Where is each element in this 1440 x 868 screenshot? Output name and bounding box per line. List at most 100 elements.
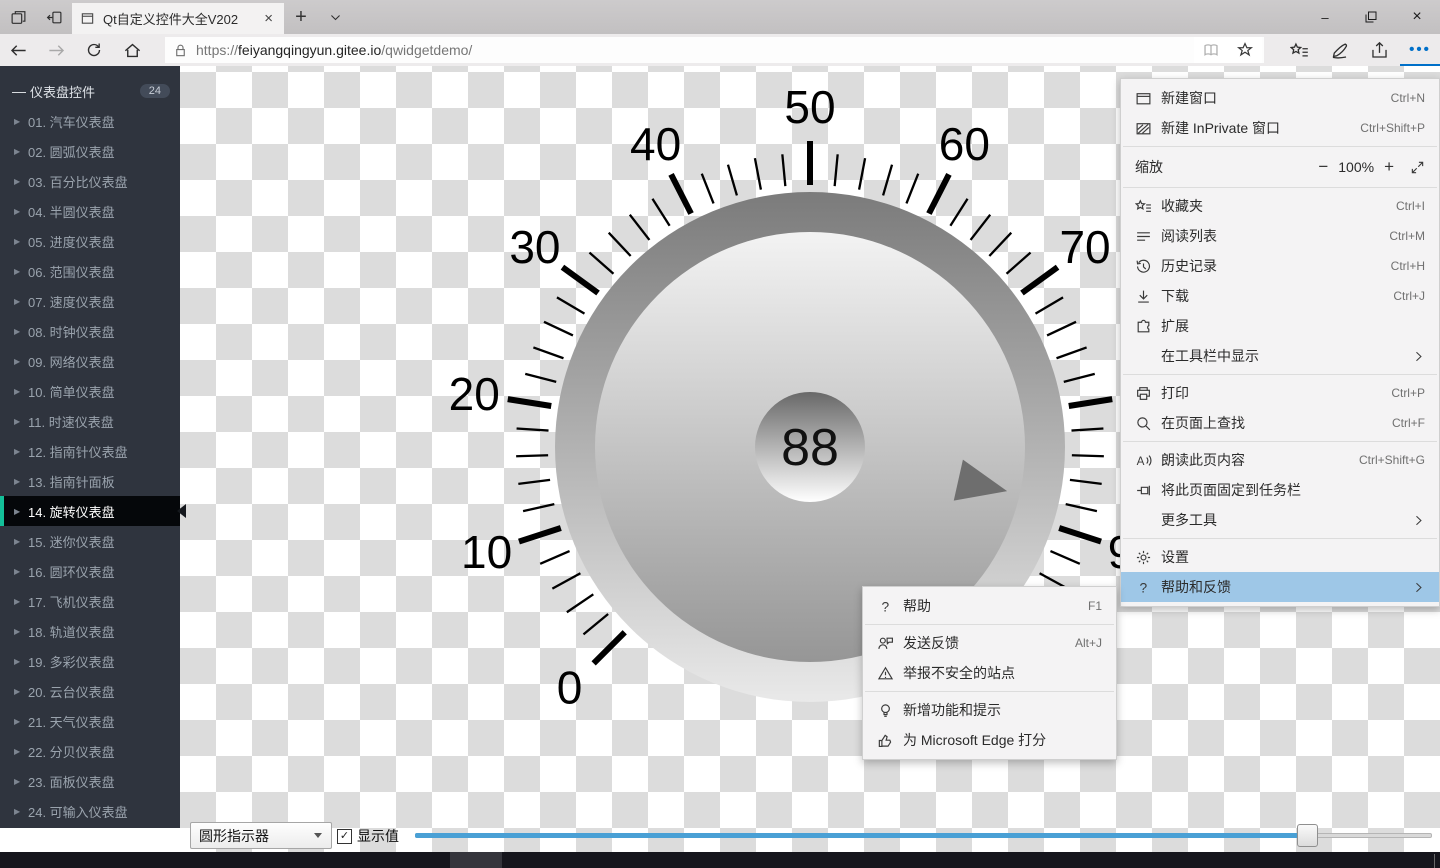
sidebar-item-16[interactable]: ▶16. 圆环仪表盘: [0, 556, 180, 586]
set-tabs-aside-button[interactable]: [36, 0, 72, 34]
sidebar-item-19[interactable]: ▶19. 多彩仪表盘: [0, 646, 180, 676]
tab-bar: Qt自定义控件大全V202 × + – ×: [0, 0, 1440, 34]
svg-text:60: 60: [939, 118, 990, 170]
show-set-aside-tabs-button[interactable]: [0, 0, 36, 34]
sidebar-item-15[interactable]: ▶15. 迷你仪表盘: [0, 526, 180, 556]
svg-text:?: ?: [1139, 579, 1147, 595]
tab-qt-widgets[interactable]: Qt自定义控件大全V202 ×: [72, 3, 284, 34]
menu-item-17[interactable]: 更多工具: [1121, 505, 1439, 535]
reading-list-icon: [1135, 228, 1161, 245]
sidebar-group-header[interactable]: — 仪表盘控件 24: [0, 76, 180, 106]
menu-item-8[interactable]: 下载Ctrl+J: [1121, 281, 1439, 311]
sidebar-item-06[interactable]: ▶06. 范围仪表盘: [0, 256, 180, 286]
sidebar-item-05[interactable]: ▶05. 进度仪表盘: [0, 226, 180, 256]
sidebar-item-10[interactable]: ▶10. 简单仪表盘: [0, 376, 180, 406]
home-button[interactable]: [113, 34, 151, 66]
menu-item-13[interactable]: 在页面上查找Ctrl+F: [1121, 408, 1439, 438]
menu-item-6[interactable]: 阅读列表Ctrl+M: [1121, 221, 1439, 251]
sidebar-item-02[interactable]: ▶02. 圆弧仪表盘: [0, 136, 180, 166]
submenu-item-6[interactable]: 为 Microsoft Edge 打分: [863, 725, 1116, 755]
sidebar-item-label: 20. 云台仪表盘: [28, 682, 115, 701]
menu-item-12[interactable]: 打印Ctrl+P: [1121, 378, 1439, 408]
menu-item-label: 朗读此页内容: [1161, 450, 1359, 470]
submenu-item-5[interactable]: 新增功能和提示: [863, 695, 1116, 725]
refresh-button[interactable]: [76, 34, 114, 66]
tab-list-button[interactable]: [318, 0, 352, 34]
menu-item-1[interactable]: 新建 InPrivate 窗口Ctrl+Shift+P: [1121, 113, 1439, 143]
sidebar-item-11[interactable]: ▶11. 时速仪表盘: [0, 406, 180, 436]
sidebar-item-23[interactable]: ▶23. 面板仪表盘: [0, 766, 180, 796]
menu-item-shortcut: Ctrl+J: [1393, 289, 1425, 303]
close-button[interactable]: ×: [1394, 0, 1440, 34]
fullscreen-icon[interactable]: [1404, 160, 1425, 175]
reading-view-button[interactable]: [1194, 41, 1228, 59]
bulb-icon: [877, 702, 903, 719]
indicator-type-select[interactable]: 圆形指示器: [190, 822, 332, 849]
url-text[interactable]: https://feiyangqingyun.gitee.io/qwidgetd…: [196, 42, 1194, 58]
address-bar[interactable]: https://feiyangqingyun.gitee.io/qwidgetd…: [165, 37, 1264, 63]
menu-item-label: 更多工具: [1161, 510, 1412, 530]
menu-item-20[interactable]: ?帮助和反馈: [1121, 572, 1439, 602]
sidebar-item-24[interactable]: ▶24. 可输入仪表盘: [0, 796, 180, 826]
sidebar-item-01[interactable]: ▶01. 汽车仪表盘: [0, 106, 180, 136]
menu-item-15[interactable]: A朗读此页内容Ctrl+Shift+G: [1121, 445, 1439, 475]
show-value-checkbox[interactable]: ✓: [337, 829, 352, 844]
new-tab-button[interactable]: +: [284, 0, 318, 34]
sidebar-item-08[interactable]: ▶08. 时钟仪表盘: [0, 316, 180, 346]
menu-item-7[interactable]: 历史记录Ctrl+H: [1121, 251, 1439, 281]
svg-text:0: 0: [557, 661, 583, 713]
taskbar-app-segment[interactable]: [450, 852, 502, 868]
sidebar-item-07[interactable]: ▶07. 速度仪表盘: [0, 286, 180, 316]
tab-close-icon[interactable]: ×: [261, 10, 276, 27]
sidebar-item-label: 05. 进度仪表盘: [28, 232, 115, 251]
sidebar-item-14[interactable]: ▶14. 旋转仪表盘: [0, 496, 180, 526]
indicator-type-value: 圆形指示器: [199, 826, 269, 846]
sidebar-item-03[interactable]: ▶03. 百分比仪表盘: [0, 166, 180, 196]
menu-item-label: 下载: [1161, 286, 1393, 306]
menu-item-0[interactable]: 新建窗口Ctrl+N: [1121, 83, 1439, 113]
submenu-separator: [865, 624, 1114, 625]
annotate-button[interactable]: [1320, 34, 1360, 66]
menu-item-5[interactable]: 收藏夹Ctrl+I: [1121, 191, 1439, 221]
feedback-icon: [877, 635, 903, 652]
sidebar-item-22[interactable]: ▶22. 分贝仪表盘: [0, 736, 180, 766]
minimize-button[interactable]: –: [1302, 0, 1348, 34]
submenu-item-2[interactable]: 发送反馈Alt+J: [863, 628, 1116, 658]
menu-item-shortcut: Ctrl+M: [1389, 229, 1425, 243]
sidebar-item-04[interactable]: ▶04. 半圆仪表盘: [0, 196, 180, 226]
extensions-icon: [1135, 318, 1161, 335]
value-slider-handle[interactable]: [1297, 824, 1318, 847]
menu-item-label: 在页面上查找: [1161, 413, 1392, 433]
submenu-item-3[interactable]: 举报不安全的站点: [863, 658, 1116, 688]
sidebar-item-label: 09. 网络仪表盘: [28, 352, 115, 371]
sidebar-item-20[interactable]: ▶20. 云台仪表盘: [0, 676, 180, 706]
svg-text:20: 20: [450, 368, 500, 420]
add-favorite-button[interactable]: [1228, 41, 1262, 59]
menu-item-19[interactable]: 设置: [1121, 542, 1439, 572]
sidebar-item-12[interactable]: ▶12. 指南针仪表盘: [0, 436, 180, 466]
restore-button[interactable]: [1348, 0, 1394, 34]
sidebar-item-label: 23. 面板仪表盘: [28, 772, 115, 791]
thumbs-up-icon: [877, 732, 903, 749]
expand-arrow-icon: ▶: [14, 447, 28, 456]
sidebar-item-21[interactable]: ▶21. 天气仪表盘: [0, 706, 180, 736]
menu-item-16[interactable]: 将此页面固定到任务栏: [1121, 475, 1439, 505]
expand-arrow-icon: ▶: [14, 687, 28, 696]
menu-item-9[interactable]: 扩展: [1121, 311, 1439, 341]
sidebar-item-09[interactable]: ▶09. 网络仪表盘: [0, 346, 180, 376]
menu-item-10[interactable]: 在工具栏中显示: [1121, 341, 1439, 371]
submenu-item-0[interactable]: ?帮助F1: [863, 591, 1116, 621]
back-button[interactable]: [0, 34, 38, 66]
sidebar-item-17[interactable]: ▶17. 飞机仪表盘: [0, 586, 180, 616]
zoom-label: 缩放: [1135, 157, 1308, 177]
zoom-out-button[interactable]: −: [1308, 157, 1338, 177]
sidebar-item-18[interactable]: ▶18. 轨道仪表盘: [0, 616, 180, 646]
favorites-hub-button[interactable]: [1280, 34, 1320, 66]
more-actions-button[interactable]: •••: [1400, 34, 1440, 66]
sidebar-item-label: 11. 时速仪表盘: [28, 412, 114, 431]
sidebar-item-13[interactable]: ▶13. 指南针面板: [0, 466, 180, 496]
menu-item-label: 在工具栏中显示: [1161, 346, 1412, 366]
zoom-in-button[interactable]: +: [1374, 157, 1404, 177]
share-button[interactable]: [1360, 34, 1400, 66]
forward-button[interactable]: [38, 34, 76, 66]
